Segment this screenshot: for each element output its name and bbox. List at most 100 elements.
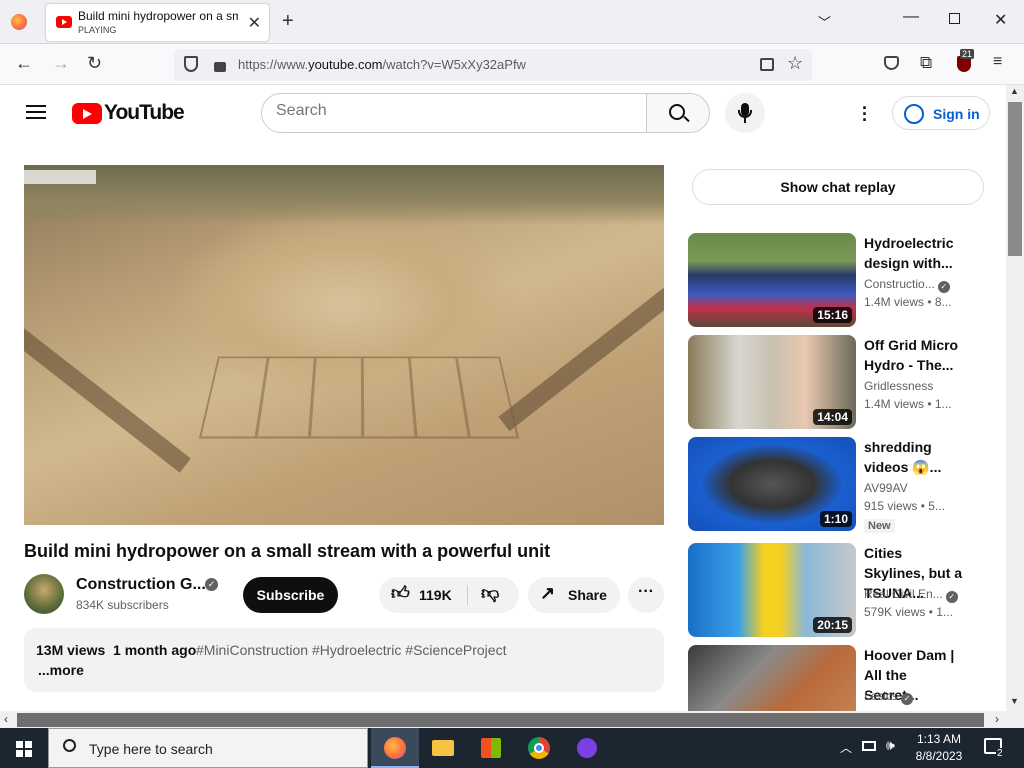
like-button[interactable]: 👍︎ 119K [379, 577, 467, 613]
share-icon: ↗ [540, 583, 556, 603]
subscriber-count: 834K subscribers [76, 598, 169, 612]
video-thumbnail[interactable]: 1:10 [688, 437, 856, 531]
video-thumbnail[interactable]: 20:15 [688, 543, 856, 637]
subscribe-button[interactable]: Subscribe [243, 577, 338, 613]
verified-badge-icon: ✓ [205, 578, 218, 591]
verified-badge-icon: ✓ [945, 591, 958, 603]
system-clock[interactable]: 1:13 AM 8/8/2023 [908, 731, 970, 765]
taskbar-app[interactable] [563, 728, 611, 768]
video-thumbnail[interactable] [688, 645, 856, 711]
show-chat-replay-button[interactable]: Show chat replay [692, 169, 984, 205]
maximize-icon[interactable] [949, 13, 960, 24]
video-player[interactable] [24, 165, 664, 525]
tab-youtube[interactable]: Build mini hydropower on a small stream … [46, 4, 269, 41]
search-icon [63, 739, 76, 752]
app-menu-icon[interactable]: ≡ [993, 53, 1002, 71]
rec-title[interactable]: Off Grid Micro Hydro - The... [864, 335, 964, 375]
search-input[interactable] [276, 102, 616, 120]
duration: 14:04 [813, 409, 852, 425]
voice-search-button[interactable] [725, 93, 765, 133]
rec-channel[interactable]: Gridlessness [864, 379, 933, 393]
taskbar-search-box[interactable]: Type here to search [48, 728, 368, 768]
scroll-left-icon[interactable]: ‹ [4, 712, 8, 726]
sign-in-button[interactable]: Sign in [892, 96, 990, 130]
mask-app-icon [577, 738, 597, 758]
youtube-logo-icon[interactable] [72, 103, 102, 124]
duration: 1:10 [819, 511, 852, 527]
hashtags[interactable]: #MiniConstruction #Hydroelectric #Scienc… [196, 642, 506, 658]
video-thumbnail[interactable]: 15:16 [688, 233, 856, 327]
search-box[interactable] [261, 93, 647, 133]
pocket-icon[interactable] [884, 56, 899, 70]
network-icon[interactable] [862, 741, 876, 751]
windows-taskbar: Type here to search ︿ 🕪︎ 1:13 AM 8/8/202… [0, 728, 1024, 768]
youtube-logo-text[interactable]: YouTube [104, 101, 185, 125]
view-stats: 13M views 1 month ago [36, 642, 197, 658]
minimize-icon[interactable]: — [903, 8, 919, 26]
recommendation-item[interactable]: 14:04 Off Grid Micro Hydro - The... Grid… [688, 335, 1008, 429]
dislike-button[interactable]: 👎︎ [469, 577, 519, 613]
address-bar[interactable]: https://www.youtube.com/watch?v=W5xXy32a… [174, 49, 812, 81]
rec-meta: 1.4M views • 1... [864, 397, 952, 411]
rec-channel[interactable]: Lesics ✓ [864, 689, 914, 705]
duration: 15:16 [813, 307, 852, 323]
taskbar-firefox[interactable] [371, 728, 419, 768]
more-actions-button[interactable]: ··· [628, 577, 664, 613]
url-text[interactable]: https://www.youtube.com/watch?v=W5xXy32a… [238, 57, 526, 72]
rec-title[interactable]: shredding videos 😱... [864, 437, 964, 477]
extensions-icon[interactable]: ⧉ [920, 53, 932, 73]
firefox-icon [384, 737, 406, 759]
new-tab-icon[interactable]: + [282, 10, 294, 33]
bookmark-star-icon[interactable]: ☆ [787, 53, 803, 74]
recommendation-item[interactable]: 1:10 shredding videos 😱... AV99AV 915 vi… [688, 437, 1008, 533]
recommendation-item[interactable]: Hoover Dam | All the Secret... Lesics ✓ [688, 645, 1008, 711]
guide-menu-icon[interactable] [26, 105, 46, 119]
taskbar-search-placeholder: Type here to search [89, 741, 213, 757]
rec-meta: 1.4M views • 8... [864, 295, 952, 309]
rec-title[interactable]: Hydroelectric design with... [864, 233, 964, 273]
settings-more-icon[interactable]: · · · [862, 99, 868, 129]
rec-channel[interactable]: Constructio... ✓ [864, 277, 950, 293]
volume-icon[interactable]: 🕪︎ [886, 737, 895, 754]
search-button[interactable] [646, 93, 710, 133]
channel-avatar[interactable] [24, 574, 64, 614]
taskbar-store[interactable] [467, 728, 515, 768]
taskbar-file-explorer[interactable] [419, 728, 467, 768]
description-box[interactable]: 13M views 1 month ago #MiniConstruction … [24, 628, 664, 692]
start-button[interactable] [0, 728, 48, 768]
tray-chevron-icon[interactable]: ︿ [840, 739, 852, 756]
close-window-icon[interactable]: ✕ [994, 10, 1007, 30]
scroll-right-icon[interactable]: › [995, 712, 999, 726]
channel-name[interactable]: Construction G... [76, 576, 206, 594]
recommendation-item[interactable]: 20:15 Cities Skylines, but a TSUNA... Re… [688, 543, 1008, 637]
taskbar-chrome[interactable] [515, 728, 563, 768]
recommendation-item[interactable]: 15:16 Hydroelectric design with... Const… [688, 233, 1008, 327]
forward-icon[interactable]: → [52, 53, 70, 74]
lock-icon[interactable] [214, 62, 226, 72]
share-button[interactable]: ↗ Share [528, 577, 620, 613]
notification-count: 2 [996, 748, 1004, 759]
video-thumbnail[interactable]: 14:04 [688, 335, 856, 429]
video-title: Build mini hydropower on a small stream … [24, 541, 551, 561]
scroll-up-icon[interactable]: ▲ [1010, 86, 1019, 96]
rec-channel[interactable]: AV99AV [864, 481, 908, 495]
new-badge: New [864, 519, 895, 533]
extension-badge: 21 [960, 49, 975, 59]
duration: 20:15 [813, 617, 852, 633]
share-label: Share [568, 587, 607, 603]
sign-in-label: Sign in [933, 106, 980, 122]
show-more-link[interactable]: ...more [38, 662, 84, 678]
reader-view-icon[interactable] [760, 58, 774, 71]
close-tab-icon[interactable]: ✕ [248, 13, 261, 33]
tab-list-chevron-icon[interactable]: ﹀ [818, 12, 831, 31]
windows-logo-icon [16, 741, 23, 748]
youtube-header: YouTube ··· Sign in [0, 85, 1006, 141]
firefox-menu-icon[interactable] [11, 14, 27, 30]
back-icon[interactable]: ← [15, 53, 33, 74]
reload-icon[interactable]: ↻ [87, 53, 102, 74]
scroll-down-icon[interactable]: ▼ [1010, 696, 1019, 706]
rec-channel[interactable]: Real Civil En... ✓ [864, 587, 958, 603]
vertical-scroll-thumb[interactable] [1008, 102, 1022, 256]
horizontal-scroll-thumb[interactable] [17, 713, 984, 727]
tracking-shield-icon[interactable] [184, 56, 198, 72]
